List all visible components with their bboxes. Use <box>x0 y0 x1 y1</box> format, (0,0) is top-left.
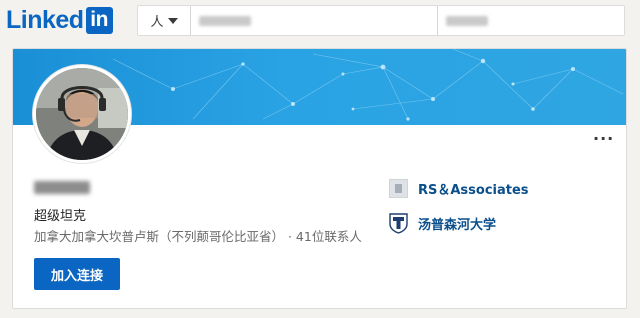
location-search-input[interactable] <box>438 6 624 35</box>
shield-icon <box>389 213 408 234</box>
company-name: RS＆Associates <box>418 183 529 198</box>
more-options-button[interactable]: ··· <box>593 129 614 148</box>
connect-button[interactable]: 加入连接 <box>34 258 120 290</box>
current-company-link[interactable]: RS＆Associates <box>389 179 529 198</box>
linkedin-logo[interactable]: Linked in <box>6 6 113 34</box>
top-navigation: Linked in 人 <box>0 0 640 42</box>
chevron-down-icon <box>167 17 178 24</box>
profile-headline: 超级坦克 <box>34 209 87 224</box>
search-bar: 人 <box>137 5 625 36</box>
building-icon <box>389 179 408 198</box>
profile-location-connections: 加拿大加拿大坎普卢斯（不列颠哥伦比亚省） · 41位联系人 <box>34 229 362 244</box>
search-input[interactable] <box>191 6 438 35</box>
redacted-location-text <box>446 15 488 26</box>
redacted-search-text <box>199 15 251 26</box>
school-name: 汤普森河大学 <box>418 218 497 233</box>
logo-box: in <box>85 6 113 34</box>
logo-text: Linked <box>6 5 84 34</box>
avatar <box>36 68 128 160</box>
profile-photo[interactable] <box>33 65 131 163</box>
search-scope-label: 人 <box>150 15 164 30</box>
person-photo <box>36 68 128 160</box>
redacted-profile-name <box>34 181 90 194</box>
education-link[interactable]: 汤普森河大学 <box>389 213 496 234</box>
search-scope-dropdown[interactable]: 人 <box>138 6 191 35</box>
profile-card: ··· 超级坦克 加拿大加拿大坎普卢斯（不列颠哥伦比亚省） · 41位联系人 加… <box>12 48 627 309</box>
